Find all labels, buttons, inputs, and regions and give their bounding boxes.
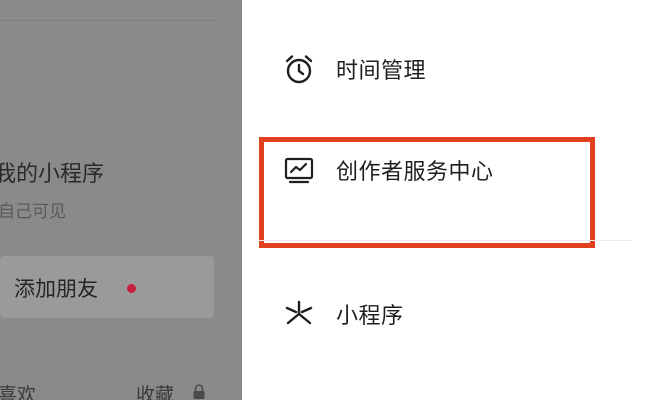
menu-item-label: 时间管理	[336, 59, 427, 84]
tab-likes[interactable]: 喜欢	[0, 380, 36, 400]
add-friend-label: 添加朋友	[14, 277, 98, 301]
menu-item-label: 创作者服务中心	[336, 160, 494, 185]
notification-dot	[127, 284, 136, 293]
divider	[258, 240, 632, 241]
mini-program-title: 我的小程序	[0, 162, 105, 187]
mini-program-icon	[282, 297, 316, 331]
menu-item-mini-program[interactable]: 小程序	[282, 294, 404, 334]
menu-item-creator-service-center[interactable]: 创作者服务中心	[282, 150, 494, 190]
mini-program-visibility: 自己可见	[0, 202, 66, 222]
add-friend-button[interactable]: 添加朋友	[0, 256, 214, 318]
menu-item-time-management[interactable]: 时间管理	[282, 49, 426, 89]
menu-item-label: 小程序	[336, 304, 404, 329]
alarm-clock-icon	[282, 52, 316, 86]
creator-chart-icon	[282, 153, 316, 187]
tab-favorites[interactable]: 收藏	[136, 380, 174, 400]
lock-icon	[193, 384, 205, 399]
side-drawer-menu: 时间管理 创作者服务中心 小程序	[242, 0, 667, 400]
background-profile-page: 我的小程序 自己可见 添加朋友 喜欢 收藏	[0, 0, 242, 400]
divider	[0, 20, 218, 21]
